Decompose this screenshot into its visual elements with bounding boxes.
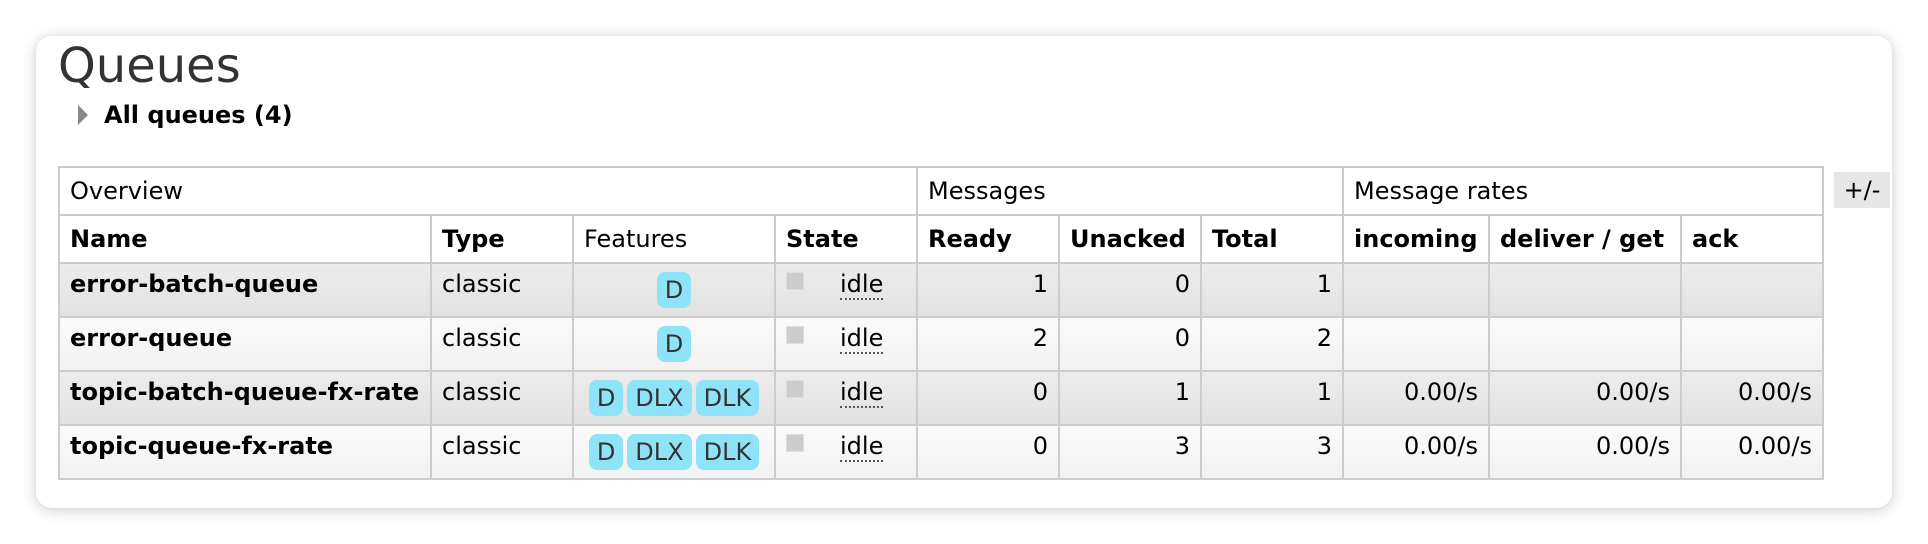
group-messages: Messages bbox=[916, 166, 1344, 216]
state-label: idle bbox=[840, 324, 884, 354]
queue-name-link[interactable]: topic-batch-queue-fx-rate bbox=[58, 370, 432, 426]
feature-badge-d: D bbox=[588, 434, 624, 470]
col-features: Features bbox=[572, 214, 776, 264]
incoming-rate bbox=[1342, 316, 1490, 372]
group-overview: Overview bbox=[58, 166, 918, 216]
queue-state: idle bbox=[774, 370, 918, 426]
feature-badge-dlk: DLK bbox=[695, 380, 760, 416]
ack-rate bbox=[1680, 316, 1824, 372]
feature-badge-dlx: DLX bbox=[627, 380, 692, 416]
unacked-count: 3 bbox=[1058, 424, 1202, 480]
queue-features: D DLX DLK bbox=[572, 370, 776, 426]
queue-name-link[interactable]: error-batch-queue bbox=[58, 262, 432, 318]
ack-rate bbox=[1680, 262, 1824, 318]
state-label: idle bbox=[840, 432, 884, 462]
queue-name-link[interactable]: error-queue bbox=[58, 316, 432, 372]
queue-type: classic bbox=[430, 316, 574, 372]
col-deliver-get[interactable]: deliver / get bbox=[1488, 214, 1682, 264]
toggle-columns-button[interactable]: +/- bbox=[1834, 172, 1890, 208]
deliver-get-rate: 0.00/s bbox=[1488, 424, 1682, 480]
group-message-rates: Message rates bbox=[1342, 166, 1824, 216]
feature-badge-d: D bbox=[588, 380, 624, 416]
table-row: topic-batch-queue-fx-rate classic D DLX DL… bbox=[58, 370, 1824, 426]
state-label: idle bbox=[840, 378, 884, 408]
col-unacked[interactable]: Unacked bbox=[1058, 214, 1202, 264]
table-row: error-batch-queue classic D idle 1 0 1 bbox=[58, 262, 1824, 318]
state-indicator-icon bbox=[786, 272, 804, 290]
col-state[interactable]: State bbox=[774, 214, 918, 264]
feature-badge-dlk: DLK bbox=[695, 434, 760, 470]
all-queues-label: All queues (4) bbox=[104, 101, 293, 129]
queue-state: idle bbox=[774, 424, 918, 480]
ready-count: 0 bbox=[916, 424, 1060, 480]
queue-features: D bbox=[572, 262, 776, 318]
ready-count: 1 bbox=[916, 262, 1060, 318]
col-ack[interactable]: ack bbox=[1680, 214, 1824, 264]
state-indicator-icon bbox=[786, 326, 804, 344]
total-count: 2 bbox=[1200, 316, 1344, 372]
ready-count: 2 bbox=[916, 316, 1060, 372]
ack-rate: 0.00/s bbox=[1680, 424, 1824, 480]
page-title: Queues bbox=[58, 38, 241, 94]
queue-features: D bbox=[572, 316, 776, 372]
expand-triangle-icon bbox=[78, 105, 88, 125]
unacked-count: 0 bbox=[1058, 316, 1202, 372]
incoming-rate: 0.00/s bbox=[1342, 424, 1490, 480]
queue-state: idle bbox=[774, 262, 918, 318]
total-count: 1 bbox=[1200, 370, 1344, 426]
queue-features: D DLX DLK bbox=[572, 424, 776, 480]
unacked-count: 0 bbox=[1058, 262, 1202, 318]
total-count: 3 bbox=[1200, 424, 1344, 480]
col-incoming[interactable]: incoming bbox=[1342, 214, 1490, 264]
state-label: idle bbox=[840, 270, 884, 300]
col-name[interactable]: Name bbox=[58, 214, 432, 264]
incoming-rate: 0.00/s bbox=[1342, 370, 1490, 426]
feature-badge-d: D bbox=[656, 326, 692, 362]
feature-badge-d: D bbox=[656, 272, 692, 308]
table-row: topic-queue-fx-rate classic D DLX DLK idle… bbox=[58, 424, 1824, 480]
queues-panel: Queues All queues (4) Overview Messages … bbox=[36, 36, 1892, 508]
queue-type: classic bbox=[430, 424, 574, 480]
feature-badge-dlx: DLX bbox=[627, 434, 692, 470]
queue-state: idle bbox=[774, 316, 918, 372]
queue-type: classic bbox=[430, 262, 574, 318]
deliver-get-rate bbox=[1488, 316, 1682, 372]
deliver-get-rate bbox=[1488, 262, 1682, 318]
total-count: 1 bbox=[1200, 262, 1344, 318]
queue-type: classic bbox=[430, 370, 574, 426]
deliver-get-rate: 0.00/s bbox=[1488, 370, 1682, 426]
incoming-rate bbox=[1342, 262, 1490, 318]
unacked-count: 1 bbox=[1058, 370, 1202, 426]
col-type[interactable]: Type bbox=[430, 214, 574, 264]
state-indicator-icon bbox=[786, 380, 804, 398]
col-total[interactable]: Total bbox=[1200, 214, 1344, 264]
all-queues-toggle[interactable]: All queues (4) bbox=[78, 100, 293, 130]
ack-rate: 0.00/s bbox=[1680, 370, 1824, 426]
ready-count: 0 bbox=[916, 370, 1060, 426]
queue-name-link[interactable]: topic-queue-fx-rate bbox=[58, 424, 432, 480]
state-indicator-icon bbox=[786, 434, 804, 452]
queues-table: Overview Messages Message rates Name Typ… bbox=[58, 166, 1824, 480]
table-row: error-queue classic D idle 2 0 2 bbox=[58, 316, 1824, 372]
col-ready[interactable]: Ready bbox=[916, 214, 1060, 264]
